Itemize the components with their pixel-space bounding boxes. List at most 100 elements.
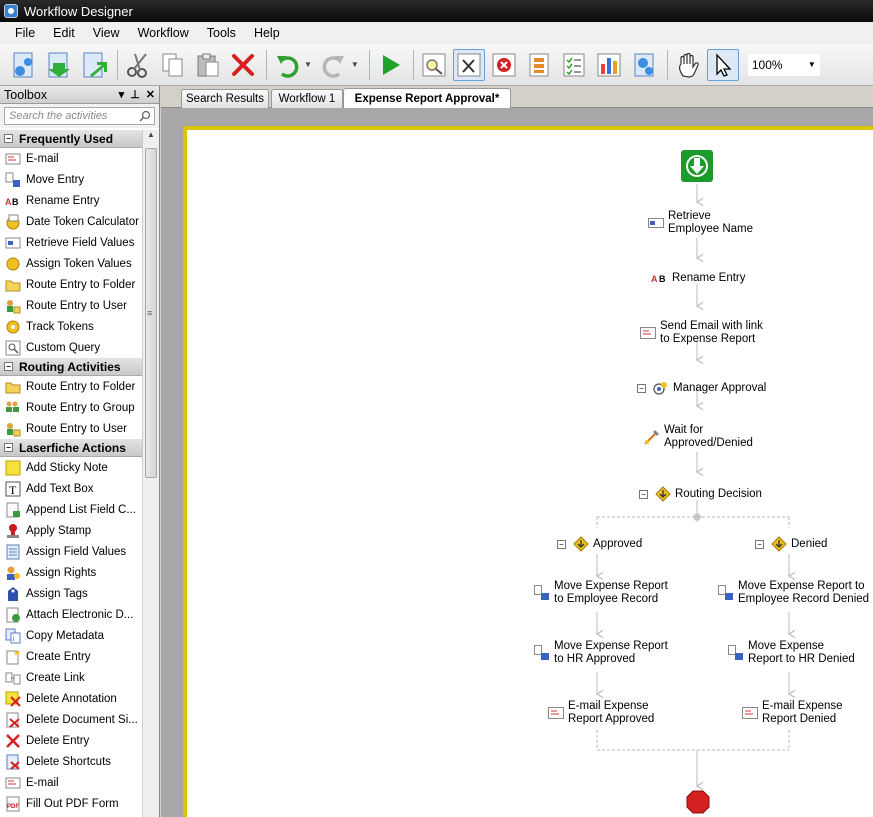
category-laserfiche-actions[interactable]: − Laserfiche Actions — [0, 439, 143, 457]
stop-icon[interactable] — [488, 49, 520, 81]
step-move-to-hr-denied[interactable]: Move Expense Report to HR Denied — [727, 640, 855, 666]
open-workflow-icon[interactable] — [43, 49, 75, 81]
activity-assign-token-values[interactable]: Assign Token Values — [0, 253, 143, 274]
run-icon[interactable] — [374, 49, 406, 81]
new-workflow-icon[interactable] — [8, 49, 40, 81]
branch-approved[interactable]: − Approved — [557, 536, 642, 552]
cut-icon[interactable] — [122, 49, 154, 81]
step-wait-for-approval[interactable]: Wait for Approved/Denied — [643, 424, 753, 450]
undo-dropdown-icon[interactable]: ▼ — [304, 60, 312, 69]
save-workflow-icon[interactable] — [78, 49, 110, 81]
collapse-icon[interactable]: − — [557, 539, 566, 549]
activity-create-link[interactable]: Create Link — [0, 667, 143, 688]
activity-delete-shortcuts[interactable]: Delete Shortcuts — [0, 751, 143, 772]
tab-workflow-1[interactable]: Workflow 1 — [271, 89, 343, 108]
close-icon[interactable]: ✕ — [146, 88, 155, 101]
redo-dropdown-icon[interactable]: ▼ — [351, 60, 359, 69]
activity-fill-out-pdf-form[interactable]: PDF Fill Out PDF Form — [0, 793, 143, 814]
start-node[interactable] — [681, 150, 713, 185]
category-frequently-used[interactable]: − Frequently Used — [0, 130, 143, 148]
tab-expense-report-approval[interactable]: Expense Report Approval* — [343, 88, 511, 108]
activity-append-list-field[interactable]: Append List Field C... — [0, 499, 143, 520]
activity-route-to-folder[interactable]: Route Entry to Folder — [0, 376, 143, 397]
activity-assign-rights[interactable]: Assign Rights — [0, 562, 143, 583]
activity-move-entry[interactable]: Move Entry — [0, 169, 143, 190]
collapse-icon[interactable]: − — [4, 134, 13, 143]
activity-route-to-folder[interactable]: Route Entry to Folder — [0, 274, 143, 295]
menu-workflow[interactable]: Workflow — [129, 24, 198, 42]
step-routing-decision[interactable]: − Routing Decision — [639, 486, 762, 502]
step-move-to-hr-approved[interactable]: Move Expense Report to HR Approved — [533, 640, 668, 666]
activity-copy-metadata[interactable]: i Copy Metadata — [0, 625, 143, 646]
menu-tools[interactable]: Tools — [198, 24, 245, 42]
collapse-icon[interactable]: − — [639, 489, 648, 499]
activity-track-tokens[interactable]: Track Tokens — [0, 316, 143, 337]
collapse-icon[interactable]: − — [4, 443, 13, 452]
hand-icon[interactable] — [672, 49, 704, 81]
search-input[interactable]: Search the activities — [4, 107, 155, 125]
step-rename-entry[interactable]: AB Rename Entry — [651, 270, 746, 286]
monitor-icon[interactable] — [628, 49, 660, 81]
activity-assign-tags[interactable]: Assign Tags — [0, 583, 143, 604]
activity-email[interactable]: E-mail — [0, 772, 143, 793]
activity-delete-annotation[interactable]: Delete Annotation — [0, 688, 143, 709]
properties-icon[interactable] — [523, 49, 555, 81]
report-icon[interactable] — [593, 49, 625, 81]
collapse-icon[interactable]: − — [4, 362, 13, 371]
activity-rename-entry[interactable]: A B Rename Entry — [0, 190, 143, 211]
activity-route-to-group[interactable]: Route Entry to Group — [0, 397, 143, 418]
find-icon[interactable] — [418, 49, 450, 81]
step-send-email[interactable]: Send Email with link to Expense Report — [639, 320, 763, 346]
step-manager-approval[interactable]: − Manager Approval — [637, 380, 766, 396]
workflow-canvas[interactable]: Retrieve Employee Name AB Rename Entry Se… — [187, 130, 873, 817]
menu-help[interactable]: Help — [245, 24, 289, 42]
undo-icon[interactable] — [271, 49, 303, 81]
menu-edit[interactable]: Edit — [44, 24, 84, 42]
branch-denied[interactable]: − Denied — [755, 536, 827, 552]
step-label-line2: Report Approved — [568, 713, 655, 725]
activity-delete-document-signature[interactable]: Delete Document Si... — [0, 709, 143, 730]
toolbox-scrollbar[interactable]: ▲ ≡ — [142, 130, 159, 817]
step-move-to-employee-record-denied[interactable]: Move Expense Report to Employee Record De… — [717, 580, 869, 606]
menu-file[interactable]: File — [6, 24, 44, 42]
activity-create-entry[interactable]: Create Entry — [0, 646, 143, 667]
stop-node[interactable] — [686, 790, 710, 817]
category-routing-activities[interactable]: − Routing Activities — [0, 358, 143, 376]
activity-custom-query[interactable]: Custom Query — [0, 337, 143, 358]
activity-attach-electronic-document[interactable]: Attach Electronic D... — [0, 604, 143, 625]
activity-assign-field-values[interactable]: Assign Field Values — [0, 541, 143, 562]
tab-search-results[interactable]: Search Results — [181, 89, 269, 108]
step-retrieve-employee-name[interactable]: Retrieve Employee Name — [647, 210, 753, 236]
user-icon — [5, 298, 21, 314]
step-move-to-employee-record[interactable]: Move Expense Report to Employee Record — [533, 580, 668, 606]
step-email-denied[interactable]: E-mail Expense Report Denied — [741, 700, 843, 726]
redo-icon[interactable] — [318, 49, 350, 81]
dropdown-icon[interactable]: ▾ — [119, 88, 125, 101]
menu-view[interactable]: View — [84, 24, 129, 42]
paste-icon[interactable] — [192, 49, 224, 81]
activity-retrieve-field-values[interactable]: Retrieve Field Values — [0, 232, 143, 253]
delete-icon[interactable] — [227, 49, 259, 81]
activity-add-sticky-note[interactable]: Add Sticky Note — [0, 457, 143, 478]
email-icon — [547, 705, 565, 721]
search-placeholder: Search the activities — [9, 110, 108, 122]
collapse-icon[interactable]: − — [755, 539, 764, 549]
activity-date-token-calculator[interactable]: Date Token Calculator — [0, 211, 143, 232]
collapse-icon[interactable]: − — [637, 383, 646, 393]
copy-icon[interactable] — [157, 49, 189, 81]
pointer-icon[interactable] — [706, 48, 739, 81]
activity-apply-stamp[interactable]: Apply Stamp — [0, 520, 143, 541]
scroll-up-icon[interactable]: ▲ — [143, 130, 159, 144]
branch-label: Approved — [593, 537, 643, 550]
activity-label: Rename Entry — [26, 194, 100, 207]
activity-route-to-user[interactable]: Route Entry to User — [0, 418, 143, 439]
activity-add-text-box[interactable]: T Add Text Box — [0, 478, 143, 499]
zoom-select[interactable]: 100% ▼ — [747, 53, 820, 76]
tools-icon[interactable] — [452, 48, 485, 81]
activity-route-to-user[interactable]: Route Entry to User — [0, 295, 143, 316]
pin-icon[interactable]: ⊥ — [130, 88, 140, 101]
activity-delete-entry[interactable]: Delete Entry — [0, 730, 143, 751]
checklist-icon[interactable] — [558, 49, 590, 81]
step-email-approved[interactable]: E-mail Expense Report Approved — [547, 700, 654, 726]
activity-email[interactable]: E-mail — [0, 148, 143, 169]
